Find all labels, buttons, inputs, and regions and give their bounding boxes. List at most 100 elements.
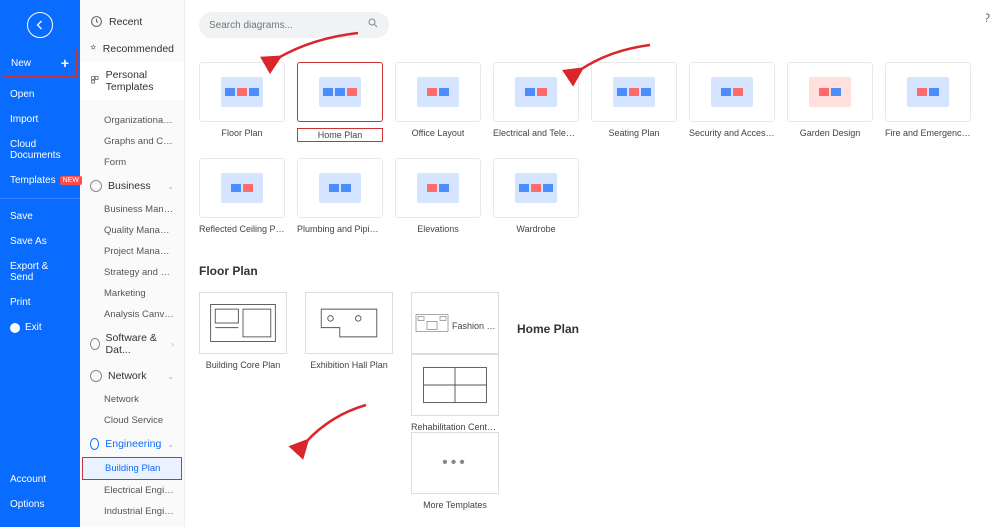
subcat-building-plan[interactable]: Building Plan <box>82 457 182 480</box>
subcat-analysis-canvas[interactable]: Analysis Canvas <box>80 304 184 325</box>
tmpl-thumb <box>199 292 287 354</box>
template-building-core[interactable]: Building Core Plan <box>199 292 287 510</box>
plan-category-row-2: Reflected Ceiling Plan Plumbing and Pipi… <box>199 158 986 234</box>
business-icon <box>90 180 102 192</box>
tile-label: Wardrobe <box>516 224 555 234</box>
tile-thumb <box>885 62 971 122</box>
tile-label: Garden Design <box>800 128 861 138</box>
tile-security-access[interactable]: Security and Access Pl... <box>689 62 775 142</box>
chevron-down-icon: ⌄ <box>167 440 174 449</box>
chevron-down-icon: ⌄ <box>167 182 174 191</box>
options-button[interactable]: Options <box>0 492 80 517</box>
tile-fire-emergency[interactable]: Fire and Emergency Pl... <box>885 62 971 142</box>
search-box[interactable] <box>199 12 389 38</box>
tile-label: Floor Plan <box>221 128 262 138</box>
tmpl-label: Rehabilitation Center Floor Pl... <box>411 422 499 432</box>
cloud-documents-button[interactable]: Cloud Documents <box>0 132 80 168</box>
new-button[interactable]: New + <box>3 49 77 77</box>
tile-thumb <box>199 158 285 218</box>
tmpl-thumb: Fashion Shop Layout <box>411 292 499 354</box>
subcat-graphs-charts[interactable]: Graphs and Charts <box>80 131 184 152</box>
tile-label: Plumbing and Piping ... <box>297 224 383 234</box>
tile-label: Office Layout <box>412 128 465 138</box>
search-input[interactable] <box>209 20 367 31</box>
templates-icon <box>90 75 100 88</box>
open-button[interactable]: Open <box>0 82 80 107</box>
tile-label: Security and Access Pl... <box>689 128 775 138</box>
subcat-project-management[interactable]: Project Management <box>80 241 184 262</box>
back-button[interactable] <box>27 12 53 38</box>
subcat-quality-management[interactable]: Quality Management <box>80 220 184 241</box>
subcat-marketing[interactable]: Marketing <box>80 283 184 304</box>
subcat-organizational-chart[interactable]: Organizational Chart <box>80 110 184 131</box>
engineering-icon <box>90 438 99 450</box>
tile-thumb <box>199 62 285 122</box>
category-personal-templates[interactable]: Personal Templates <box>80 62 184 100</box>
template-rehab-center[interactable]: Rehabilitation Center Floor Pl... <box>411 354 499 432</box>
subcat-form[interactable]: Form <box>80 152 184 173</box>
tile-thumb <box>787 62 873 122</box>
templates-label: Templates <box>10 175 56 186</box>
subcat-business-management[interactable]: Business Managem... <box>80 199 184 220</box>
account-button[interactable]: Account <box>0 467 80 492</box>
templates-button[interactable]: Templates NEW <box>0 168 80 193</box>
category-engineering[interactable]: Engineering ⌄ <box>80 431 184 457</box>
tile-seating-plan[interactable]: Seating Plan <box>591 62 677 142</box>
divider <box>0 198 80 199</box>
tmpl-thumb: ••• <box>411 432 499 494</box>
category-panel: Recent Recommended Personal Templates Or… <box>80 0 185 527</box>
file-menu-sidebar: New + Open Import Cloud Documents Templa… <box>0 0 80 527</box>
tile-wardrobe[interactable]: Wardrobe <box>493 158 579 234</box>
star-icon <box>90 42 97 55</box>
category-software[interactable]: Software & Dat... › <box>80 325 184 363</box>
template-more[interactable]: ••• More Templates <box>411 432 499 510</box>
category-recommended[interactable]: Recommended <box>80 35 184 62</box>
subcat-map[interactable]: Map <box>80 522 184 527</box>
subcat-strategy-planning[interactable]: Strategy and Planni... <box>80 262 184 283</box>
tile-office-layout[interactable]: Office Layout <box>395 62 481 142</box>
save-as-button[interactable]: Save As <box>0 229 80 254</box>
subcat-industrial-engineering[interactable]: Industrial Engineeri... <box>80 501 184 522</box>
exit-icon <box>10 323 20 333</box>
new-badge: NEW <box>60 176 82 185</box>
tile-elevations[interactable]: Elevations <box>395 158 481 234</box>
category-recent[interactable]: Recent <box>80 8 184 35</box>
subcat-cloud-service[interactable]: Cloud Service <box>80 410 184 431</box>
tile-home-plan[interactable]: Home Plan <box>297 62 383 142</box>
subcat-electrical-engineering[interactable]: Electrical Engineering <box>80 480 184 501</box>
tmpl-label: More Templates <box>411 500 499 510</box>
cat-label: Software & Dat... <box>106 332 166 356</box>
cat-label: Engineering <box>105 438 161 450</box>
tile-thumb <box>297 158 383 218</box>
tmpl-label: Building Core Plan <box>199 360 287 370</box>
tile-electrical-telecom[interactable]: Electrical and Telecom... <box>493 62 579 142</box>
save-button[interactable]: Save <box>0 204 80 229</box>
tile-reflected-ceiling[interactable]: Reflected Ceiling Plan <box>199 158 285 234</box>
tmpl-thumb <box>305 292 393 354</box>
category-network[interactable]: Network ⌄ <box>80 363 184 389</box>
tile-thumb <box>493 158 579 218</box>
import-button[interactable]: Import <box>0 107 80 132</box>
network-icon <box>90 370 102 382</box>
template-exhibition-hall[interactable]: Exhibition Hall Plan <box>305 292 393 510</box>
template-fashion-shop[interactable]: Fashion Shop Layout Rehabilitation Cente… <box>411 292 499 510</box>
plan-category-row-1: Floor Plan Home Plan Office Layout Elect… <box>199 62 986 142</box>
tile-plumbing-piping[interactable]: Plumbing and Piping ... <box>297 158 383 234</box>
exit-button[interactable]: Exit <box>0 315 80 340</box>
export-send-button[interactable]: Export & Send <box>0 254 80 290</box>
tile-label: Elevations <box>417 224 459 234</box>
print-button[interactable]: Print <box>0 290 80 315</box>
tile-floor-plan[interactable]: Floor Plan <box>199 62 285 142</box>
tmpl-thumb <box>411 354 499 416</box>
tile-label: Seating Plan <box>608 128 659 138</box>
cat-label: Personal Templates <box>106 69 174 93</box>
category-business[interactable]: Business ⌄ <box>80 173 184 199</box>
subcat-network[interactable]: Network <box>80 389 184 410</box>
tile-thumb <box>297 62 383 122</box>
search-icon <box>367 16 379 34</box>
chevron-down-icon: ⌄ <box>167 372 174 381</box>
exit-label: Exit <box>25 322 42 333</box>
chevron-right-icon: › <box>171 340 174 349</box>
tile-garden-design[interactable]: Garden Design <box>787 62 873 142</box>
tile-thumb <box>395 62 481 122</box>
